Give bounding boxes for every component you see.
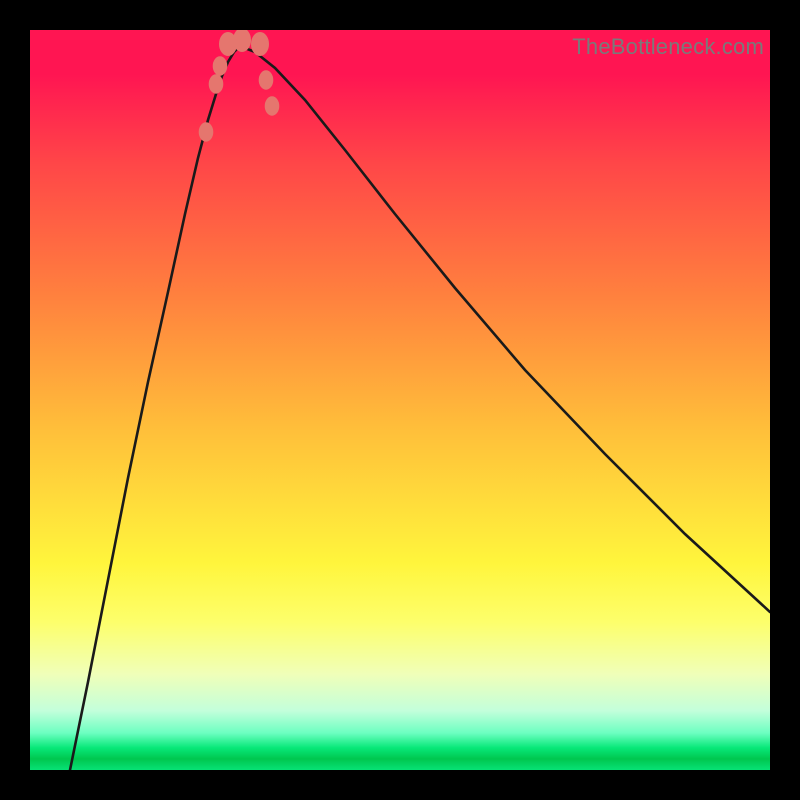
curve-svg [30,30,770,770]
curve-right-branch [240,46,770,612]
curve-left-branch [70,46,240,770]
data-point-marker [213,57,227,75]
marker-group [199,30,279,141]
data-point-marker [259,71,273,89]
plot-area: TheBottleneck.com [30,30,770,770]
data-point-marker [199,123,213,141]
data-point-marker [234,30,251,52]
chart-container: TheBottleneck.com [0,0,800,800]
data-point-marker [265,97,279,115]
data-point-marker [252,33,269,56]
data-point-marker [209,75,223,93]
